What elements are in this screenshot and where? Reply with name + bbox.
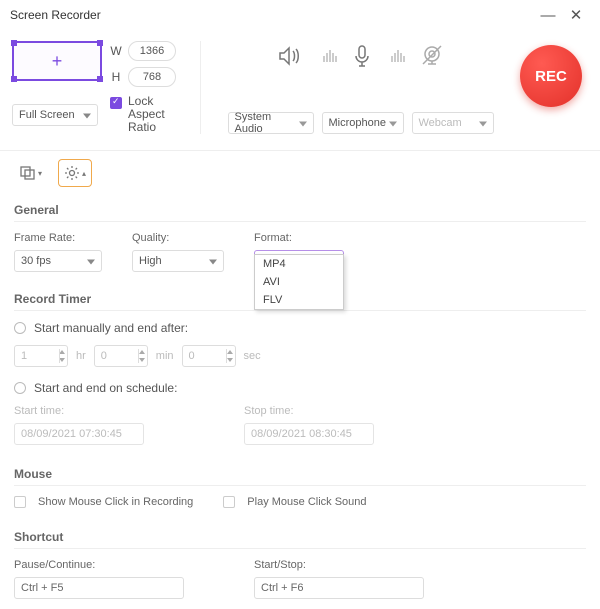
layout-tab[interactable]: ▾ xyxy=(14,159,48,187)
pause-shortcut-input[interactable]: Ctrl + F5 xyxy=(14,577,184,599)
minimize-button[interactable]: — xyxy=(534,7,562,24)
minutes-input[interactable]: 0 xyxy=(94,345,148,367)
format-option-flv[interactable]: FLV xyxy=(255,291,343,309)
frame-rate-label: Frame Rate: xyxy=(14,232,102,244)
height-label: H xyxy=(110,70,122,84)
record-button[interactable]: REC xyxy=(520,45,582,107)
click-sound-label: Play Mouse Click Sound xyxy=(247,496,366,508)
stop-time-label: Stop time: xyxy=(244,405,374,417)
microphone-select[interactable]: Microphone xyxy=(322,112,404,134)
section-mouse: Mouse xyxy=(14,459,586,486)
format-option-avi[interactable]: AVI xyxy=(255,273,343,291)
speaker-icon[interactable] xyxy=(278,45,304,67)
mic-level-icon xyxy=(391,50,405,62)
webcam-select[interactable]: Webcam xyxy=(412,112,494,134)
lock-aspect-checkbox[interactable] xyxy=(110,97,122,109)
hr-unit: hr xyxy=(76,350,86,362)
mic-icon[interactable] xyxy=(352,44,372,68)
section-general: General xyxy=(14,195,586,222)
pause-shortcut-label: Pause/Continue: xyxy=(14,559,184,571)
capture-mode-select[interactable]: Full Screen xyxy=(12,104,98,126)
capture-region[interactable]: + xyxy=(12,41,102,81)
quality-label: Quality: xyxy=(132,232,224,244)
width-input[interactable] xyxy=(128,41,176,61)
schedule-label: Start and end on schedule: xyxy=(34,381,177,395)
manual-end-radio[interactable] xyxy=(14,322,26,334)
audio-level-icon xyxy=(323,50,337,62)
startstop-shortcut-label: Start/Stop: xyxy=(254,559,424,571)
stop-time-input[interactable]: 08/09/2021 08:30:45 xyxy=(244,423,374,445)
hours-input[interactable]: 1 xyxy=(14,345,68,367)
startstop-shortcut-input[interactable]: Ctrl + F6 xyxy=(254,577,424,599)
min-unit: min xyxy=(156,350,174,362)
window-title: Screen Recorder xyxy=(10,8,101,22)
section-shortcut: Shortcut xyxy=(14,522,586,549)
click-sound-checkbox[interactable] xyxy=(223,496,235,508)
settings-tab[interactable]: ▴ xyxy=(58,159,92,187)
start-time-input[interactable]: 08/09/2021 07:30:45 xyxy=(14,423,144,445)
start-time-label: Start time: xyxy=(14,405,144,417)
format-label: Format: xyxy=(254,232,344,244)
frame-rate-select[interactable]: 30 fps xyxy=(14,250,102,272)
lock-aspect-label: Lock Aspect Ratio xyxy=(128,95,192,134)
sec-unit: sec xyxy=(244,350,261,362)
schedule-radio[interactable] xyxy=(14,382,26,394)
titlebar: Screen Recorder — ✕ xyxy=(0,0,600,31)
format-dropdown: MP4 AVI FLV xyxy=(254,254,344,310)
system-audio-select[interactable]: System Audio xyxy=(228,112,314,134)
seconds-input[interactable]: 0 xyxy=(182,345,236,367)
manual-end-label: Start manually and end after: xyxy=(34,321,188,335)
show-click-checkbox[interactable] xyxy=(14,496,26,508)
top-panel: + W H Full Screen Lock Aspect Ratio Syst… xyxy=(0,31,600,151)
show-click-label: Show Mouse Click in Recording xyxy=(38,496,193,508)
quality-select[interactable]: High xyxy=(132,250,224,272)
format-option-mp4[interactable]: MP4 xyxy=(255,255,343,273)
close-button[interactable]: ✕ xyxy=(562,6,590,24)
width-label: W xyxy=(110,44,122,58)
webcam-icon[interactable] xyxy=(420,44,444,68)
height-input[interactable] xyxy=(128,67,176,87)
